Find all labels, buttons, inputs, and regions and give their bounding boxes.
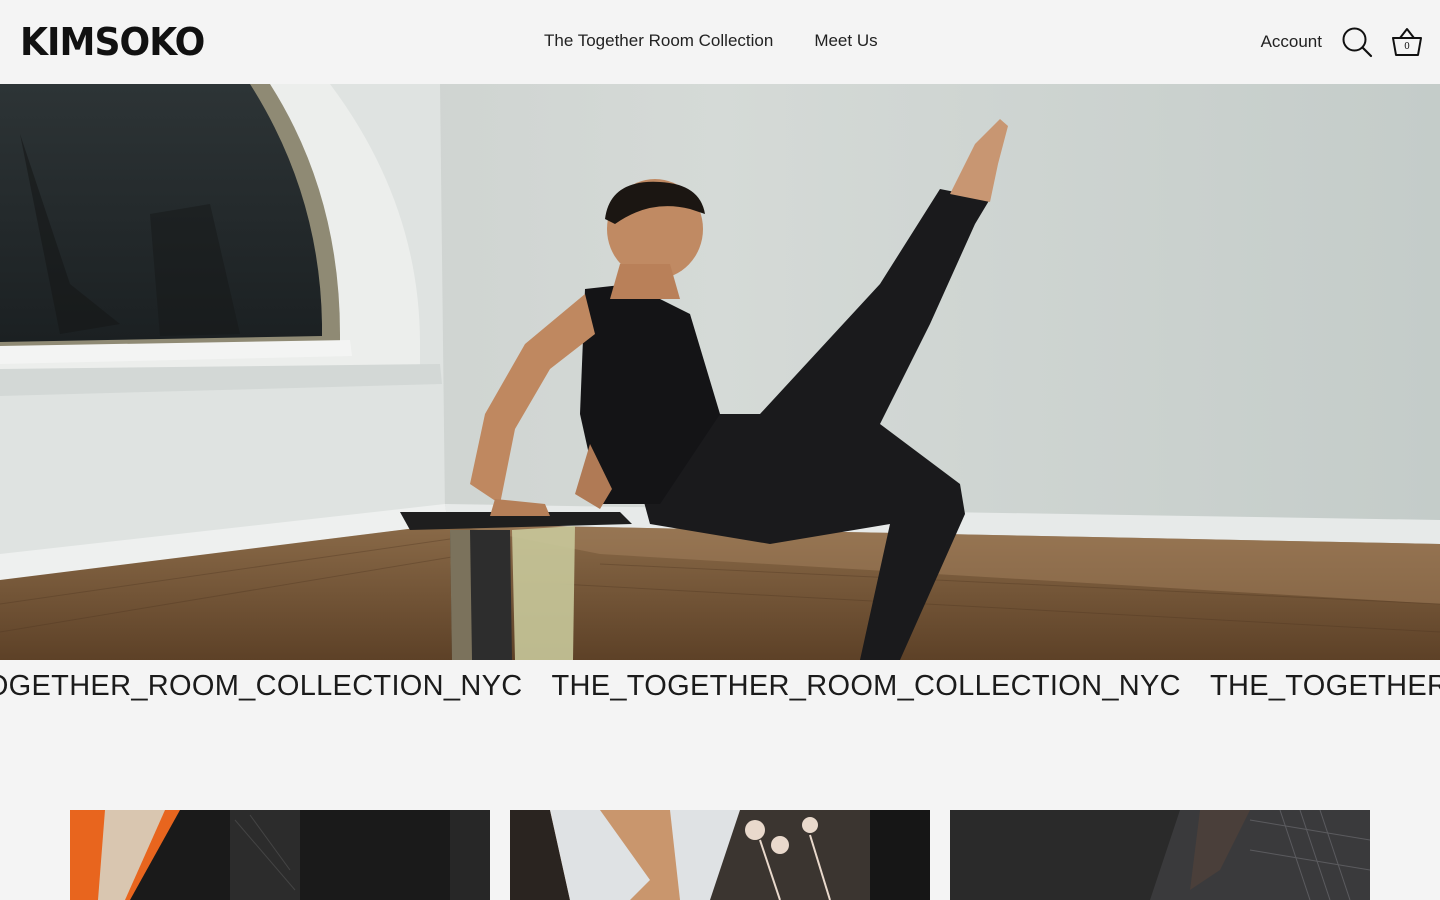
product-card[interactable] bbox=[950, 810, 1370, 900]
product-photo-dark-lace bbox=[950, 810, 1370, 900]
product-card[interactable] bbox=[70, 810, 490, 900]
header-actions: Account 0 bbox=[1261, 22, 1424, 62]
hero-image[interactable] bbox=[0, 84, 1440, 660]
cart-count-badge: 0 bbox=[1404, 42, 1410, 52]
collection-marquee: THE_TOGETHER_ROOM_COLLECTION_NYC THE_TOG… bbox=[0, 660, 1440, 714]
product-photo-white-top bbox=[510, 810, 930, 900]
basket-icon[interactable]: 0 bbox=[1390, 25, 1424, 59]
search-icon[interactable] bbox=[1340, 25, 1374, 59]
site-logo[interactable]: KIMSOKO bbox=[20, 22, 205, 62]
product-photo-orange bbox=[70, 810, 490, 900]
main-nav: The Together Room Collection Meet Us bbox=[544, 30, 878, 52]
product-grid bbox=[70, 810, 1370, 900]
marquee-track: THE_TOGETHER_ROOM_COLLECTION_NYC THE_TOG… bbox=[0, 668, 1440, 704]
marquee-item: THE_TOGETHER_ROOM_COLLECTION_NYC bbox=[551, 670, 1181, 702]
marquee-item: THE_TOGETHER_ROOM_COLLECTION_NYC bbox=[0, 670, 523, 702]
nav-item-meet-us[interactable]: Meet Us bbox=[814, 30, 877, 52]
site-header: KIMSOKO The Together Room Collection Mee… bbox=[0, 0, 1440, 84]
product-card[interactable] bbox=[510, 810, 930, 900]
nav-item-together-room-collection[interactable]: The Together Room Collection bbox=[544, 30, 773, 52]
marquee-item: THE_TOGETHER_ROOM_COLLECTION_NYC bbox=[1209, 670, 1440, 702]
account-link[interactable]: Account bbox=[1261, 32, 1322, 52]
